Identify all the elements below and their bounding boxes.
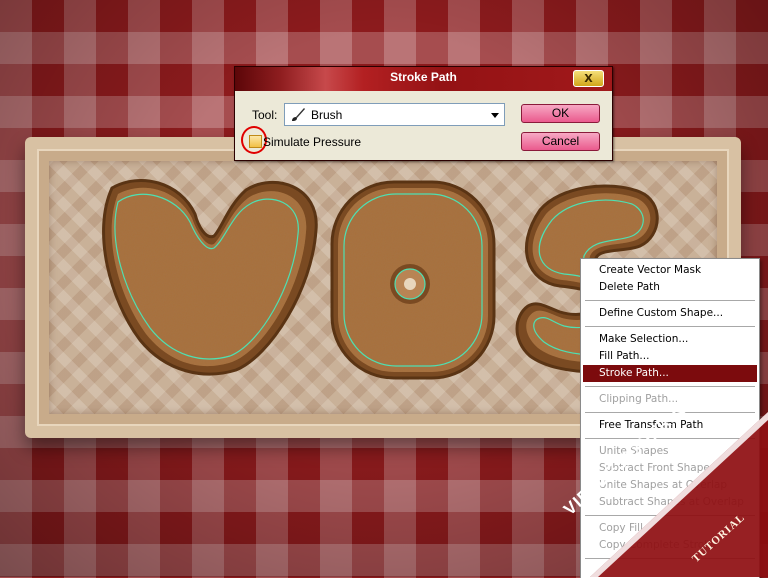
brush-icon xyxy=(290,107,306,127)
cookie-letter-o xyxy=(330,180,496,380)
tool-select[interactable]: Brush xyxy=(284,103,505,126)
simulate-pressure-label[interactable]: Simulate Pressure xyxy=(263,135,361,149)
menu-separator xyxy=(585,558,755,559)
ok-button[interactable]: OK xyxy=(521,104,600,123)
menu-separator xyxy=(585,515,755,516)
cancel-button[interactable]: Cancel xyxy=(521,132,600,151)
menu-item-copy-complete-stroke[interactable]: Copy Complete Stroke xyxy=(583,537,757,554)
menu-item-create-vector-mask[interactable]: Create Vector Mask xyxy=(583,262,757,279)
close-button[interactable]: X xyxy=(573,70,604,87)
menu-item-make-selection[interactable]: Make Selection... xyxy=(583,331,757,348)
menu-separator xyxy=(585,300,755,301)
menu-item-unite-shapes[interactable]: Unite Shapes xyxy=(583,443,757,460)
menu-separator xyxy=(585,438,755,439)
cookie-letter-v xyxy=(102,179,318,376)
stroke-path-dialog: Stroke Path X Tool: Brush OK Cancel Simu… xyxy=(234,66,613,161)
menu-separator xyxy=(585,386,755,387)
dialog-titlebar[interactable]: Stroke Path X xyxy=(235,67,612,91)
tool-label: Tool: xyxy=(252,108,278,122)
tool-select-value: Brush xyxy=(311,108,343,122)
dialog-title: Stroke Path xyxy=(390,70,457,84)
menu-item-define-custom-shape[interactable]: Define Custom Shape... xyxy=(583,305,757,322)
chevron-down-icon[interactable] xyxy=(491,113,499,118)
menu-item-subtract-shapes-at-overlap[interactable]: Subtract Shapes at Overlap xyxy=(583,494,757,511)
menu-separator xyxy=(585,326,755,327)
menu-item-delete-path[interactable]: Delete Path xyxy=(583,279,757,296)
